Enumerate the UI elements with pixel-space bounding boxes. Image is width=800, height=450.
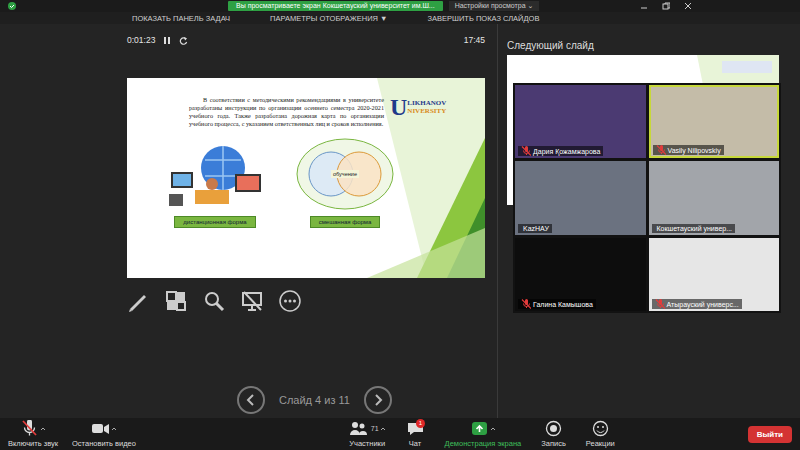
participant-tile[interactable]: Vasily Nilipovskiy — [649, 85, 780, 158]
logo-line: NIVERSITY — [407, 107, 446, 115]
distance-learning-illustration — [165, 138, 265, 210]
caret-icon[interactable]: ⌄ — [528, 2, 534, 9]
share-icon[interactable] — [470, 420, 489, 437]
all-slides-icon[interactable] — [165, 290, 187, 312]
participant-name-label: Дария Қожамжарова — [518, 146, 603, 156]
arrow-left-icon[interactable] — [245, 394, 257, 406]
close-icon[interactable] — [684, 2, 692, 10]
slide-navigation: Слайд 4 из 11 — [237, 386, 497, 414]
participant-name-label: Атырауский универс... — [652, 299, 742, 309]
toolbar-label[interactable]: Демонстрация экрана — [445, 439, 522, 448]
caret-icon[interactable] — [111, 426, 117, 432]
participant-name: Кокшетауский универ... — [657, 224, 733, 233]
toolbar-label[interactable]: Чат — [409, 439, 421, 448]
more-icon[interactable] — [279, 290, 301, 312]
participant-name-label: Галина Камышова — [518, 299, 596, 309]
security-icon[interactable] — [8, 2, 16, 10]
reactions-button[interactable]: Реакции — [586, 421, 615, 448]
participant-name: Vasily Nilipovskiy — [668, 146, 721, 155]
university-logo: ULIKHANOVNIVERSITY — [390, 86, 446, 128]
next-slide-label: Следующий слайд — [507, 40, 800, 52]
pause-icon[interactable] — [163, 36, 171, 45]
venn-label: обучение — [331, 170, 359, 178]
slide-paragraph: В соответствии с методическими рекоменда… — [189, 96, 384, 128]
participants-button[interactable]: 71 Участники — [349, 421, 386, 448]
participant-count: 71 — [371, 425, 379, 432]
timer: 0:01:23 — [127, 35, 155, 45]
logo-initial: U — [390, 95, 407, 119]
meeting-toolbar: Включить звук Остановить видео 71 Участники… — [0, 418, 800, 450]
toolbar-label[interactable]: Остановить видео — [72, 439, 136, 448]
chat-button[interactable]: 1 Чат — [406, 421, 425, 448]
black-screen-icon[interactable] — [241, 290, 263, 312]
participant-name: Дария Қожамжарова — [533, 147, 600, 156]
chat-badge: 1 — [416, 419, 425, 428]
mic-icon[interactable] — [20, 420, 39, 437]
figure-caption: дистанционная форма — [174, 216, 255, 228]
logo-line: LIKHANOV — [407, 99, 446, 107]
next-slide-button[interactable] — [364, 386, 392, 414]
mic-button[interactable]: Включить звук — [8, 421, 58, 448]
slideshow-command[interactable]: ПОКАЗАТЬ ПАНЕЛЬ ЗАДАЧ — [132, 14, 230, 23]
slide-figure: обучение смешанная форма — [295, 138, 395, 228]
toolbar-label[interactable]: Запись — [541, 439, 566, 448]
leave-button[interactable]: Выйти — [748, 426, 792, 443]
muted-mic-icon — [521, 146, 531, 156]
reactions-icon[interactable] — [591, 420, 610, 437]
share-button[interactable]: Демонстрация экрана — [445, 421, 522, 448]
muted-mic-icon — [655, 299, 665, 309]
muted-mic-icon — [656, 145, 666, 155]
slideshow-command[interactable]: ПАРАМЕТРЫ ОТОБРАЖЕНИЯ ▼ — [270, 14, 387, 23]
toolbar-label[interactable]: Реакции — [586, 439, 615, 448]
record-icon[interactable] — [544, 420, 563, 437]
participant-tile[interactable]: KazНАУ — [515, 161, 646, 234]
participant-name: Атырауский универс... — [667, 300, 739, 309]
figure-caption: смешанная форма — [310, 216, 381, 228]
arrow-right-icon[interactable] — [372, 394, 384, 406]
slideshow-command[interactable]: ЗАВЕРШИТЬ ПОКАЗ СЛАЙДОВ — [428, 14, 540, 23]
caret-icon[interactable] — [490, 426, 496, 432]
view-settings-label[interactable]: Настройки просмотра — [455, 2, 526, 9]
toolbar-label[interactable]: Участники — [349, 439, 385, 448]
video-icon[interactable] — [91, 420, 110, 437]
previous-slide-button[interactable] — [237, 386, 265, 414]
participant-tile[interactable]: Галина Камышова — [515, 238, 646, 311]
participant-tile[interactable]: Кокшетауский универ... — [649, 161, 780, 234]
reset-icon[interactable] — [179, 36, 188, 45]
slide-figure: дистанционная форма — [165, 138, 265, 228]
current-slide-panel: 0:01:23 17:45 В соответствии с методически… — [0, 24, 498, 418]
title-bar: Вы просматриваете экран Кокшетауский уни… — [0, 0, 800, 12]
view-settings[interactable]: Настройки просмотра ⌄ — [449, 1, 540, 11]
participant-name: KazНАУ — [523, 224, 549, 233]
slide-tools — [127, 290, 497, 312]
current-slide: В соответствии с методическими рекоменда… — [127, 78, 485, 278]
timer-row: 0:01:23 17:45 — [127, 34, 485, 46]
slideshow-bar: ПОКАЗАТЬ ПАНЕЛЬ ЗАДАЧ ПАРАМЕТРЫ ОТОБРАЖЕН… — [0, 12, 800, 24]
participant-name-label: Кокшетауский универ... — [652, 224, 736, 233]
record-button[interactable]: Запись — [541, 421, 566, 448]
muted-mic-icon — [521, 299, 531, 309]
slide-counter: Слайд 4 из 11 — [279, 394, 350, 406]
restore-icon[interactable] — [662, 2, 670, 10]
zoom-icon[interactable] — [203, 290, 225, 312]
toolbar-label[interactable]: Включить звук — [8, 439, 58, 448]
video-button[interactable]: Остановить видео — [72, 421, 136, 448]
participant-name-label: Vasily Nilipovskiy — [653, 145, 724, 155]
participant-tile[interactable]: Дария Қожамжарова — [515, 85, 646, 158]
caret-icon[interactable] — [40, 426, 46, 432]
video-gallery: Дария Қожамжарова Vasily Nilipovskiy KazНА… — [513, 83, 781, 313]
participants-icon[interactable] — [349, 420, 368, 437]
participant-name-label: KazНАУ — [518, 224, 552, 233]
screen-share-banner: Вы просматриваете экран Кокшетауский уни… — [228, 1, 443, 11]
participant-tile[interactable]: Атырауский универс... — [649, 238, 780, 311]
caret-icon[interactable] — [380, 426, 386, 432]
pen-icon[interactable] — [127, 290, 149, 312]
clock: 17:45 — [464, 35, 485, 45]
participant-name: Галина Камышова — [533, 300, 593, 309]
minimize-icon[interactable] — [640, 2, 648, 10]
